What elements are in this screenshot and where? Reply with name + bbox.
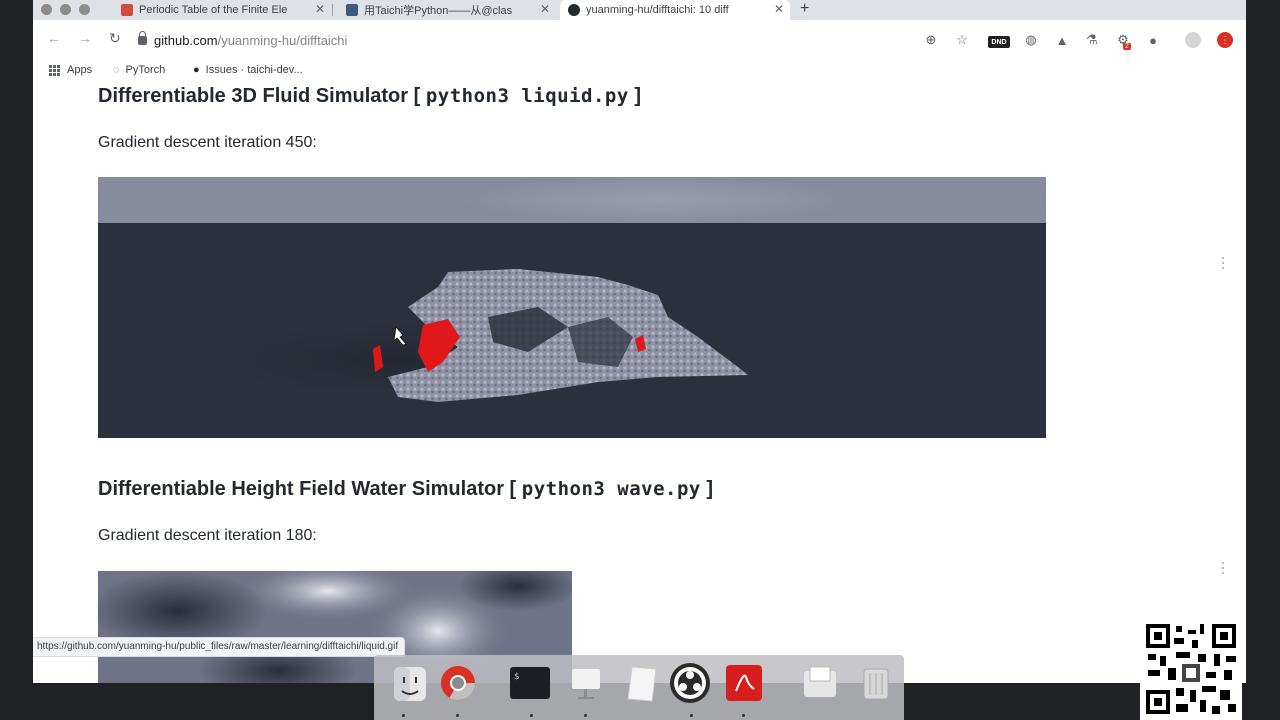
pytorch-icon: ◌ <box>113 64 120 76</box>
iteration-caption-wave: Gradient descent iteration 180: <box>98 527 317 544</box>
tab-difftaichi[interactable]: yuanming-hu/difftaichi: 10 diff ✕ <box>560 0 790 20</box>
heading-text: Differentiable 3D Fluid Simulator [ <box>98 85 421 107</box>
new-tab-icon[interactable]: + <box>800 0 809 18</box>
bookmark-label: Issues · taichi-dev... <box>205 64 303 76</box>
tab-close-icon[interactable]: ✕ <box>774 2 784 16</box>
bookmark-label: PyTorch <box>125 64 166 76</box>
minimize-window-button[interactable] <box>60 4 71 15</box>
dnd-extension-icon[interactable]: DND <box>988 36 1010 48</box>
heading-bracket: ] <box>634 85 642 107</box>
running-indicator <box>402 714 405 717</box>
heading-bracket: ] <box>706 478 714 500</box>
keynote-icon <box>572 669 600 699</box>
running-indicator <box>456 714 459 717</box>
chrome-icon <box>441 666 475 700</box>
liquid-simulation-image[interactable] <box>98 177 1046 438</box>
tab-title: yuanming-hu/difftaichi: 10 diff <box>586 4 729 16</box>
scroll-marker <box>1222 257 1224 272</box>
running-indicator <box>530 714 533 717</box>
tab-separator <box>332 4 333 16</box>
tab-periodic-table[interactable]: Periodic Table of the Finite Ele ✕ <box>113 0 331 20</box>
dock-acrobat[interactable] <box>722 661 766 705</box>
dock-terminal[interactable]: $ <box>508 661 552 705</box>
running-indicator <box>742 714 745 717</box>
heading-code: python3 liquid.py <box>425 85 629 107</box>
qr-code <box>1140 618 1242 720</box>
url-host: github.com <box>154 32 218 48</box>
bookmark-pytorch[interactable]: ◌ PyTorch <box>113 64 165 76</box>
heading-code: python3 wave.py <box>521 478 701 500</box>
bookmarks-bar: Apps ◌ PyTorch ● Issues · taichi-dev... <box>33 60 1246 82</box>
zhihu-favicon-icon <box>346 4 358 16</box>
qr-code-graphic <box>1146 624 1236 714</box>
dock-paper[interactable] <box>620 661 664 705</box>
dock-keynote[interactable] <box>564 661 608 705</box>
tab-close-icon[interactable]: ✕ <box>315 2 325 16</box>
github-favicon-icon <box>568 4 580 16</box>
acrobat-icon <box>726 665 762 701</box>
dock-downloads[interactable] <box>798 661 842 705</box>
iteration-caption-liquid: Gradient descent iteration 450: <box>98 134 317 151</box>
fluid-particles-graphic <box>198 269 748 402</box>
forward-arrow-icon[interactable]: → <box>78 30 92 46</box>
running-indicator <box>584 714 587 717</box>
tab-close-icon[interactable]: ✕ <box>540 2 550 16</box>
scroll-marker <box>1222 562 1224 577</box>
page-content: Differentiable 3D Fluid Simulator [ pyth… <box>33 82 1246 683</box>
screen: Periodic Table of the Finite Ele ✕ 用Taic… <box>0 0 1280 720</box>
downloads-folder-icon <box>804 666 836 697</box>
browser-window: Periodic Table of the Finite Ele ✕ 用Taic… <box>33 0 1246 683</box>
terminal-icon: $ <box>510 667 550 699</box>
dock-chrome[interactable] <box>436 661 480 705</box>
back-arrow-icon[interactable]: ← <box>47 30 61 46</box>
document-favicon-icon <box>121 4 133 16</box>
bookmark-label: Apps <box>67 64 93 76</box>
running-indicator <box>690 714 693 717</box>
paper-icon <box>627 666 657 702</box>
lock-icon <box>138 30 147 45</box>
finder-icon <box>394 667 426 701</box>
dock-obs[interactable] <box>668 661 712 705</box>
reload-icon[interactable]: ↻ <box>109 30 121 47</box>
tab-strip: Periodic Table of the Finite Ele ✕ 用Taic… <box>33 0 1246 20</box>
macos-dock: $ <box>374 655 904 720</box>
extension-globe-icon[interactable]: ◍ <box>1023 32 1039 48</box>
maximize-window-button[interactable] <box>79 4 90 15</box>
tab-title: 用Taichi学Python——从@clas <box>364 5 513 17</box>
bookmark-apps[interactable]: Apps <box>49 64 92 76</box>
window-controls <box>41 4 90 15</box>
bookmark-star-icon[interactable]: ☆ <box>954 32 970 48</box>
tab-taichi-python[interactable]: 用Taichi学Python——从@clas ✕ <box>338 0 556 20</box>
heading-text: Differentiable Height Field Water Simula… <box>98 478 517 500</box>
url-path: /yuanming-hu/difftaichi <box>217 32 348 48</box>
section-heading-wave: Differentiable Height Field Water Simula… <box>98 478 713 501</box>
close-window-button[interactable] <box>41 4 52 15</box>
obs-icon <box>670 663 710 703</box>
address-bar[interactable]: github.com/yuanming-hu/difftaichi <box>138 27 998 53</box>
extension-flask-icon[interactable]: ⚗ <box>1084 32 1100 48</box>
link-status-bar: https://github.com/yuanming-hu/public_fi… <box>33 637 406 657</box>
tab-title: Periodic Table of the Finite Ele <box>139 4 288 16</box>
profile-avatar[interactable] <box>1185 32 1201 48</box>
section-heading-liquid: Differentiable 3D Fluid Simulator [ pyth… <box>98 85 641 108</box>
dock-trash[interactable] <box>854 661 898 705</box>
extension-count-badge: 2 <box>1123 43 1131 50</box>
trash-icon <box>863 668 889 700</box>
bookmark-issues[interactable]: ● Issues · taichi-dev... <box>193 64 303 76</box>
extension-hat-icon[interactable]: ▲ <box>1054 32 1070 48</box>
zoom-icon[interactable]: ⊕ <box>923 32 939 48</box>
extension-circle-icon[interactable]: ● <box>1145 32 1161 48</box>
github-icon: ● <box>193 64 200 76</box>
chrome-menu-icon[interactable]: ⋮ <box>1217 32 1233 48</box>
svg-text:$: $ <box>514 672 519 682</box>
dock-finder[interactable] <box>388 661 432 705</box>
apps-grid-icon <box>49 64 60 76</box>
